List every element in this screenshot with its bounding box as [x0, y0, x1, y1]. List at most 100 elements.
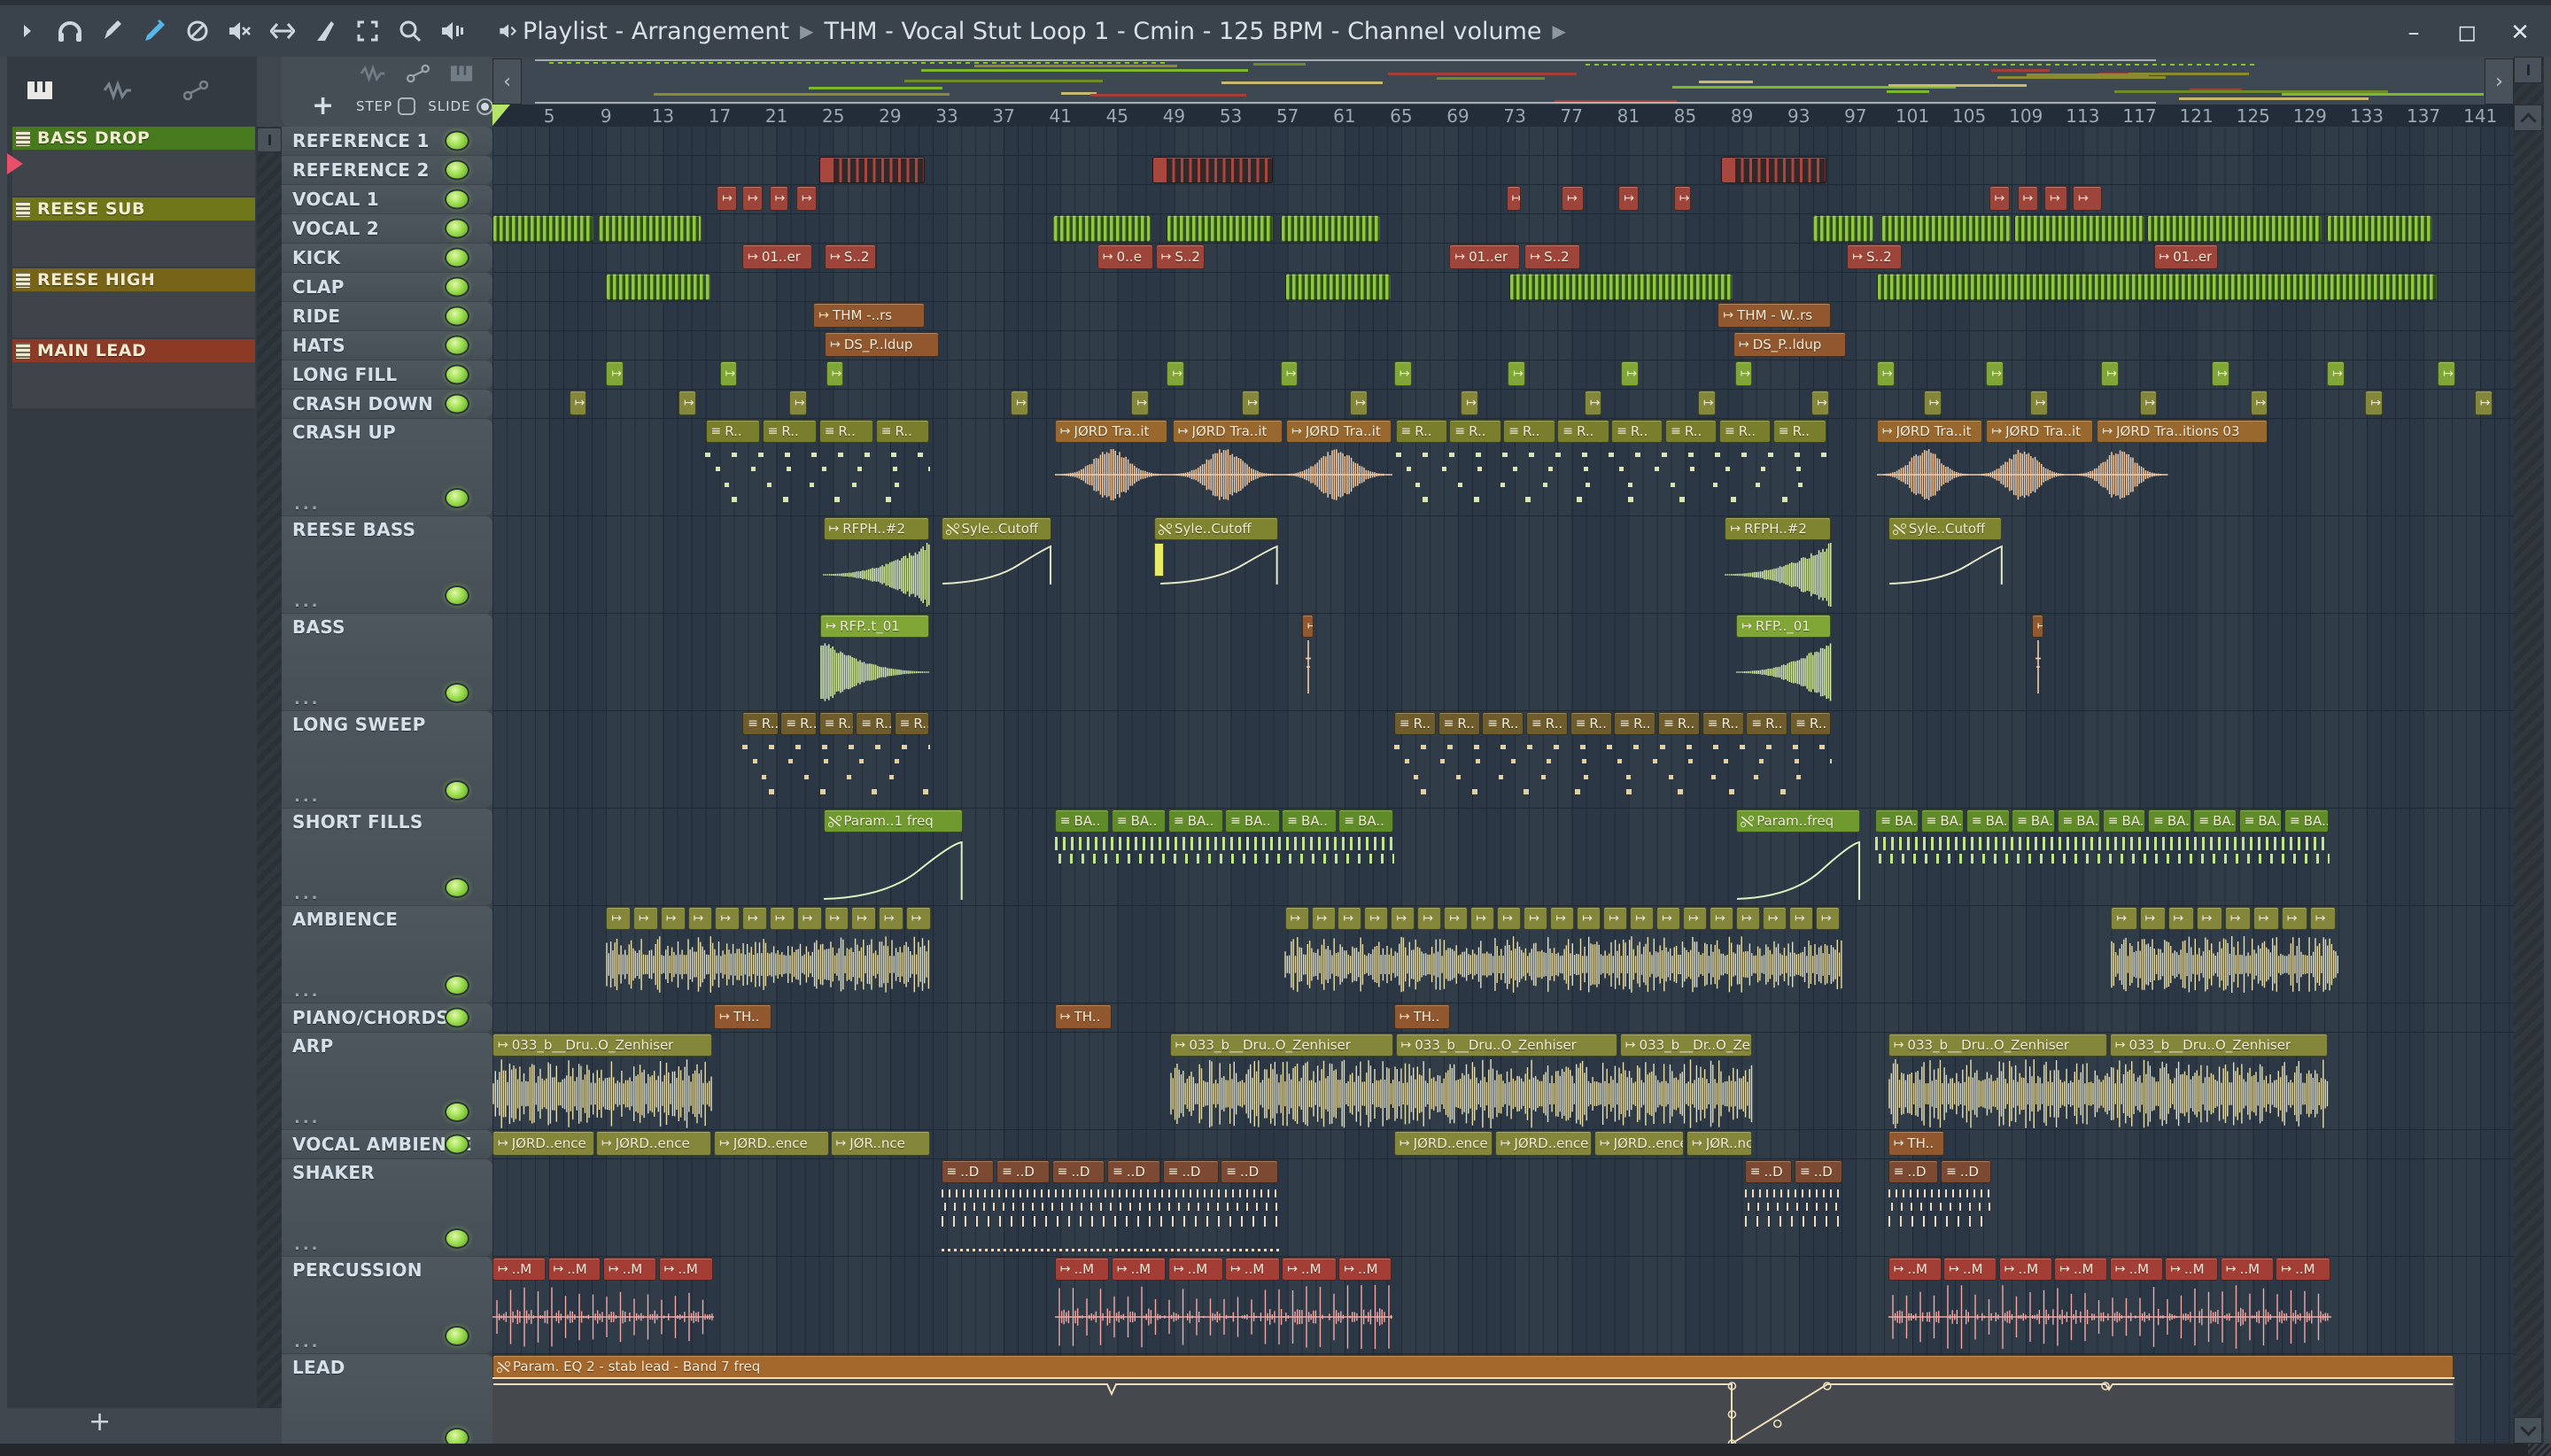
- track-name-piano-chords[interactable]: PIANO/CHORDS: [282, 1003, 492, 1032]
- audio-clip-j-rd-ence[interactable]: ↦ JØRD..ence: [1494, 1131, 1593, 1156]
- audio-clip-mini[interactable]: ↦: [1461, 391, 1478, 415]
- audio-clip-j-rd-ence[interactable]: ↦ JØRD..ence: [1593, 1131, 1685, 1156]
- audio-clip--m[interactable]: ↦ ..M: [547, 1258, 601, 1281]
- mute-tool-icon[interactable]: [225, 16, 255, 46]
- audio-clip-mini[interactable]: ↦: [1284, 907, 1309, 930]
- track-name-ambience[interactable]: AMBIENCE...: [282, 906, 492, 1003]
- pattern-clip-ba-[interactable]: ≡BA..: [2284, 809, 2330, 833]
- playhead-marker[interactable]: [492, 105, 510, 126]
- pattern-clip-r-[interactable]: ≡R..: [818, 712, 854, 735]
- audio-clip-mini[interactable]: ↦: [2438, 361, 2455, 386]
- audio-clip-mini[interactable]: ↦: [2111, 907, 2137, 930]
- clip-vocal-chops[interactable]: [1167, 215, 1273, 242]
- track-name-crash-down[interactable]: CRASH DOWN: [282, 390, 492, 418]
- resize-grip[interactable]: [2528, 1444, 2551, 1456]
- audio-clip-mini[interactable]: ↦: [1789, 907, 1814, 930]
- track-options-handle[interactable]: ...: [294, 495, 321, 514]
- pattern-clip-r-[interactable]: ≡R..: [1772, 420, 1826, 443]
- slide-toggle[interactable]: [476, 97, 493, 115]
- track-row-shaker[interactable]: ≡ ..D ≡ ..D ≡ ..D ≡ ..D ≡ ..D ≡ ..D ≡ ..D ≡ ..D ≡ ..D ≡ ..D: [492, 1159, 2514, 1257]
- pattern-clip-r-[interactable]: ≡R..: [1658, 712, 1701, 735]
- automation-lane[interactable]: [492, 1377, 2455, 1444]
- audio-clip-mini[interactable]: ↦: [2281, 907, 2308, 930]
- audio-clip-ds-p-ldup[interactable]: ↦ DS_P..ldup: [1733, 332, 1847, 357]
- scroll-down-button[interactable]: [2514, 1417, 2542, 1444]
- track-row-crash-down[interactable]: ↦ ↦ ↦ ↦ ↦ ↦ ↦ ↦ ↦ ↦ ↦ ↦ ↦ ↦ ↦ ↦ ↦: [492, 390, 2514, 419]
- track-row-vocal-2[interactable]: [492, 214, 2514, 244]
- audio-clip--m[interactable]: ↦ ..M: [2165, 1258, 2219, 1281]
- track-row-ride[interactable]: ↦ THM -..rs ↦ THM - W..rs: [492, 302, 2514, 331]
- audio-clip-mini[interactable]: ↦: [1550, 907, 1575, 930]
- pattern-clip-r-[interactable]: ≡R..: [1526, 712, 1569, 735]
- audio-clip-mini[interactable]: ↦: [1683, 907, 1708, 930]
- audio-clip-s-2[interactable]: ↦ S..2: [1155, 244, 1205, 269]
- page-title[interactable]: THM - Vocal Stut Loop 1 - Cmin - 125 BPM…: [824, 18, 1541, 45]
- audio-clip-mini[interactable]: ↦: [1417, 907, 1442, 930]
- audio-clip-mini[interactable]: ↦: [2167, 907, 2194, 930]
- track-row-bass[interactable]: ↦RFP..t_01 ↦ ↦RFP.._01 ↦: [492, 614, 2514, 711]
- audio-clip-mini[interactable]: ↦: [1923, 391, 1942, 415]
- scroll-grip-button[interactable]: [2514, 57, 2542, 83]
- audio-clip-mini[interactable]: ↦: [1391, 907, 1415, 930]
- track-row-short-fills[interactable]: Param..1 freq ≡ BA.. ≡ BA.. ≡ BA.. ≡ BA.. ≡ BA.. ≡ B…: [492, 809, 2514, 906]
- audio-clip-mini[interactable]: ↦: [769, 186, 788, 211]
- pattern-clip-r-[interactable]: ≡R..: [1746, 712, 1788, 735]
- audio-clip--m[interactable]: ↦ ..M: [658, 1258, 714, 1281]
- pattern-clip-ba-[interactable]: ≡BA..: [2012, 809, 2055, 833]
- clip-vocal-chops[interactable]: [2014, 215, 2144, 242]
- close-button[interactable]: ✕: [2505, 18, 2535, 48]
- pattern-clip--d[interactable]: ≡ ..D: [996, 1160, 1050, 1183]
- audio-clip-mini[interactable]: ↦: [1364, 907, 1389, 930]
- pattern-clip-r-[interactable]: ≡R..: [742, 712, 779, 735]
- audio-clip-01-er[interactable]: ↦ 01..er: [742, 244, 813, 269]
- audio-clip-mini[interactable]: ↦: [2327, 361, 2345, 386]
- track-row-piano-chords[interactable]: ↦ TH.. ↦ TH.. ↦ TH..: [492, 1003, 2514, 1033]
- audio-clip-mini[interactable]: ↦: [769, 907, 795, 930]
- paint-tool-icon[interactable]: [140, 16, 170, 46]
- audio-clip-mini[interactable]: ↦: [1763, 907, 1787, 930]
- audio-clip-mini[interactable]: ↦: [1167, 361, 1185, 386]
- slice-tool-icon[interactable]: [310, 16, 340, 46]
- delete-tool-icon[interactable]: [182, 16, 213, 46]
- track-row-lead[interactable]: Param. EQ 2 - stab lead - Band 7 freq: [492, 1354, 2514, 1444]
- audio-clip-mini[interactable]: ↦: [569, 391, 587, 415]
- pattern-clip-r-[interactable]: ≡R..: [1790, 712, 1831, 735]
- pattern-clip--d[interactable]: ≡ ..D: [1744, 1160, 1793, 1183]
- track-name-bass[interactable]: BASS...: [282, 614, 492, 710]
- audio-clip-ds-p-ldup[interactable]: ↦ DS_P..ldup: [825, 332, 939, 357]
- pattern-clip--d[interactable]: ≡ ..D: [1221, 1160, 1278, 1183]
- audio-clip-j-r-nce[interactable]: ↦JØR..nce: [1686, 1131, 1753, 1156]
- pattern-clip-r-[interactable]: ≡R..: [1503, 420, 1555, 443]
- pattern-item-reese-high[interactable]: REESE HIGH: [12, 268, 255, 337]
- track-enable-led[interactable]: [445, 189, 469, 210]
- maximize-button[interactable]: ◻: [2452, 18, 2482, 48]
- track-name-arp[interactable]: ARP...: [282, 1033, 492, 1129]
- pattern-item-main-lead[interactable]: MAIN LEAD: [12, 339, 255, 408]
- audio-clip-mini[interactable]: ↦: [879, 907, 903, 930]
- audio-clip--m[interactable]: ↦ ..M: [2276, 1258, 2330, 1281]
- pattern-clip--d[interactable]: ≡ ..D: [1888, 1160, 1939, 1183]
- track-row-long-sweep[interactable]: ≡R..≡R..≡R..≡R..≡R..≡R..≡R..≡R..≡R..≡R..…: [492, 711, 2514, 809]
- pattern-clip-ba-[interactable]: ≡BA..: [2193, 809, 2237, 833]
- pattern-scroll-grip[interactable]: [257, 128, 282, 152]
- audio-clip-mini[interactable]: ↦: [1524, 907, 1548, 930]
- track-row-long-fill[interactable]: ↦ ↦ ↦ ↦ ↦ ↦ ↦ ↦ ↦ ↦ ↦ ↦ ↦ ↦ ↦: [492, 360, 2514, 390]
- audio-clip-rfp-01[interactable]: ↦ RFP.._01: [1736, 615, 1831, 638]
- audio-clip-mini[interactable]: ↦: [678, 391, 696, 415]
- audio-clip-th-[interactable]: ↦ TH..: [1054, 1004, 1113, 1029]
- track-enable-led[interactable]: [445, 975, 469, 995]
- audio-clip-mini[interactable]: ↦: [1630, 907, 1655, 930]
- audio-clip-mini[interactable]: ↦: [1242, 391, 1260, 415]
- audio-clip-mini[interactable]: ↦: [2044, 186, 2068, 211]
- audio-clip--m[interactable]: ↦ ..M: [2054, 1258, 2108, 1281]
- track-enable-led[interactable]: [445, 1102, 469, 1122]
- pattern-clip--d[interactable]: ≡ ..D: [1051, 1160, 1105, 1183]
- audio-clip-mini[interactable]: ↦: [796, 186, 817, 211]
- audio-clip-033-b-dru-o-zenhiser[interactable]: ↦ 033_b__Dru..O_Zenhiser: [1395, 1034, 1618, 1057]
- track-enable-led[interactable]: [445, 1134, 469, 1155]
- minimap-scroll-left-button[interactable]: ‹: [492, 58, 522, 105]
- track-enable-led[interactable]: [445, 683, 469, 703]
- breadcrumb[interactable]: Playlist - Arrangement: [523, 18, 789, 45]
- audio-clip-j-rd-tra-it[interactable]: ↦ JØRD Tra..it: [1876, 420, 1983, 443]
- track-enable-led[interactable]: [445, 247, 469, 268]
